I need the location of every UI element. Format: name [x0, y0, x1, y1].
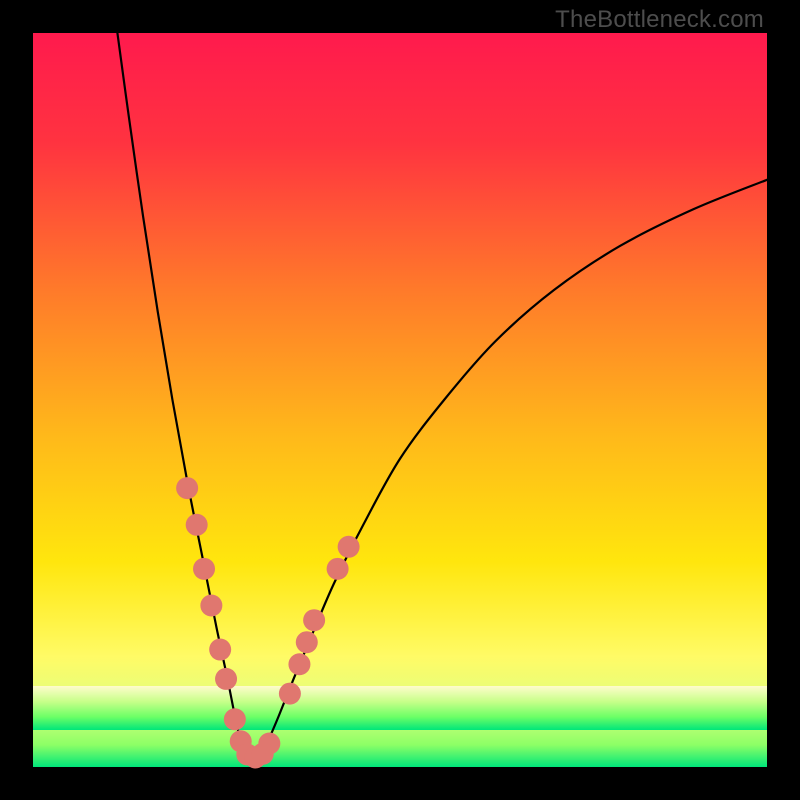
data-dot: [176, 477, 198, 499]
data-dot: [279, 683, 301, 705]
data-dot: [288, 653, 310, 675]
data-dot: [224, 708, 246, 730]
data-dot: [327, 558, 349, 580]
chart-frame: TheBottleneck.com: [0, 0, 800, 800]
data-dot: [209, 639, 231, 661]
data-dot: [215, 668, 237, 690]
series-right-curve: [261, 180, 767, 756]
data-dot: [258, 733, 280, 755]
data-dot: [186, 514, 208, 536]
curve-layer: [33, 33, 767, 767]
data-dot: [193, 558, 215, 580]
data-dot: [338, 536, 360, 558]
data-dot: [200, 595, 222, 617]
data-dot: [303, 609, 325, 631]
watermark-text: TheBottleneck.com: [555, 6, 764, 34]
data-dot: [296, 631, 318, 653]
